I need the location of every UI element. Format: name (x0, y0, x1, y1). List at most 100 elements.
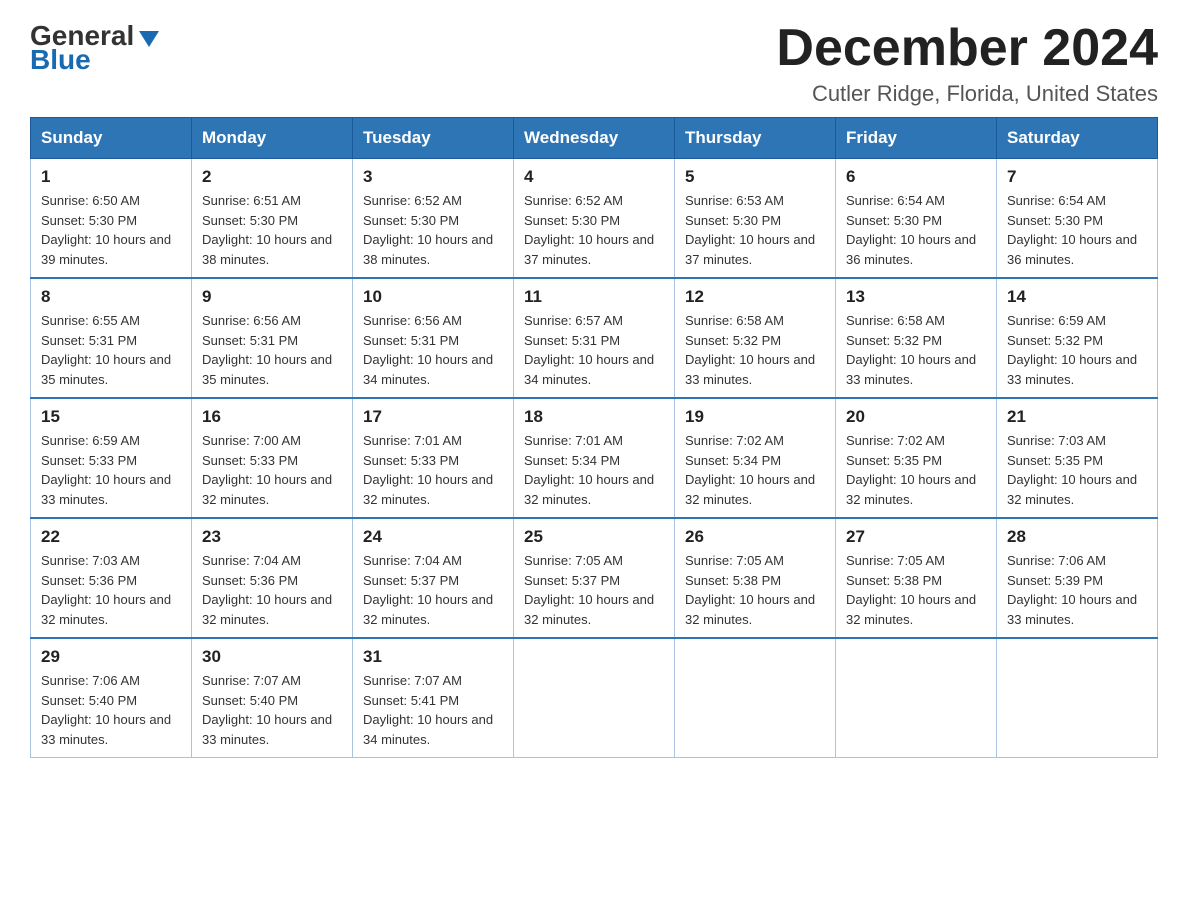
day-info: Sunrise: 6:51 AMSunset: 5:30 PMDaylight:… (202, 191, 342, 269)
calendar-cell: 23 Sunrise: 7:04 AMSunset: 5:36 PMDayligh… (192, 518, 353, 638)
day-info: Sunrise: 7:04 AMSunset: 5:37 PMDaylight:… (363, 551, 503, 629)
day-info: Sunrise: 6:56 AMSunset: 5:31 PMDaylight:… (202, 311, 342, 389)
calendar-cell: 12 Sunrise: 6:58 AMSunset: 5:32 PMDayligh… (675, 278, 836, 398)
title-block: December 2024 Cutler Ridge, Florida, Uni… (776, 20, 1158, 107)
calendar-cell: 15 Sunrise: 6:59 AMSunset: 5:33 PMDayligh… (31, 398, 192, 518)
calendar-cell: 24 Sunrise: 7:04 AMSunset: 5:37 PMDayligh… (353, 518, 514, 638)
day-number: 23 (202, 527, 342, 547)
calendar-cell: 9 Sunrise: 6:56 AMSunset: 5:31 PMDaylight… (192, 278, 353, 398)
day-number: 22 (41, 527, 181, 547)
day-info: Sunrise: 6:58 AMSunset: 5:32 PMDaylight:… (685, 311, 825, 389)
calendar-week-row: 22 Sunrise: 7:03 AMSunset: 5:36 PMDayligh… (31, 518, 1158, 638)
day-number: 19 (685, 407, 825, 427)
day-number: 10 (363, 287, 503, 307)
day-info: Sunrise: 6:59 AMSunset: 5:33 PMDaylight:… (41, 431, 181, 509)
day-number: 15 (41, 407, 181, 427)
day-number: 31 (363, 647, 503, 667)
day-info: Sunrise: 6:55 AMSunset: 5:31 PMDaylight:… (41, 311, 181, 389)
calendar-table: SundayMondayTuesdayWednesdayThursdayFrid… (30, 117, 1158, 758)
calendar-cell: 29 Sunrise: 7:06 AMSunset: 5:40 PMDayligh… (31, 638, 192, 758)
header-saturday: Saturday (997, 118, 1158, 159)
calendar-cell: 11Sunrise: 6:57 AMSunset: 5:31 PMDayligh… (514, 278, 675, 398)
calendar-cell: 13Sunrise: 6:58 AMSunset: 5:32 PMDayligh… (836, 278, 997, 398)
day-info: Sunrise: 7:06 AMSunset: 5:40 PMDaylight:… (41, 671, 181, 749)
day-info: Sunrise: 7:01 AMSunset: 5:34 PMDaylight:… (524, 431, 664, 509)
page-header: General Blue December 2024 Cutler Ridge,… (30, 20, 1158, 107)
calendar-cell: 5 Sunrise: 6:53 AMSunset: 5:30 PMDaylight… (675, 159, 836, 279)
calendar-cell: 10 Sunrise: 6:56 AMSunset: 5:31 PMDayligh… (353, 278, 514, 398)
day-number: 16 (202, 407, 342, 427)
calendar-cell: 20Sunrise: 7:02 AMSunset: 5:35 PMDayligh… (836, 398, 997, 518)
calendar-cell: 31 Sunrise: 7:07 AMSunset: 5:41 PMDayligh… (353, 638, 514, 758)
day-number: 5 (685, 167, 825, 187)
day-number: 28 (1007, 527, 1147, 547)
calendar-cell: 17 Sunrise: 7:01 AMSunset: 5:33 PMDayligh… (353, 398, 514, 518)
header-tuesday: Tuesday (353, 118, 514, 159)
day-number: 3 (363, 167, 503, 187)
day-info: Sunrise: 6:50 AMSunset: 5:30 PMDaylight:… (41, 191, 181, 269)
calendar-cell: 27 Sunrise: 7:05 AMSunset: 5:38 PMDayligh… (836, 518, 997, 638)
day-number: 27 (846, 527, 986, 547)
calendar-cell: 25Sunrise: 7:05 AMSunset: 5:37 PMDayligh… (514, 518, 675, 638)
day-number: 14 (1007, 287, 1147, 307)
calendar-cell: 19 Sunrise: 7:02 AMSunset: 5:34 PMDayligh… (675, 398, 836, 518)
day-number: 12 (685, 287, 825, 307)
day-number: 17 (363, 407, 503, 427)
calendar-cell: 14 Sunrise: 6:59 AMSunset: 5:32 PMDayligh… (997, 278, 1158, 398)
day-info: Sunrise: 7:05 AMSunset: 5:38 PMDaylight:… (846, 551, 986, 629)
logo: General Blue (30, 20, 159, 76)
calendar-week-row: 1Sunrise: 6:50 AMSunset: 5:30 PMDaylight… (31, 159, 1158, 279)
header-thursday: Thursday (675, 118, 836, 159)
day-number: 9 (202, 287, 342, 307)
calendar-cell (514, 638, 675, 758)
calendar-cell: 28Sunrise: 7:06 AMSunset: 5:39 PMDayligh… (997, 518, 1158, 638)
calendar-cell: 21 Sunrise: 7:03 AMSunset: 5:35 PMDayligh… (997, 398, 1158, 518)
calendar-cell: 22 Sunrise: 7:03 AMSunset: 5:36 PMDayligh… (31, 518, 192, 638)
day-number: 29 (41, 647, 181, 667)
day-info: Sunrise: 7:07 AMSunset: 5:40 PMDaylight:… (202, 671, 342, 749)
calendar-cell (997, 638, 1158, 758)
day-number: 21 (1007, 407, 1147, 427)
calendar-cell: 30Sunrise: 7:07 AMSunset: 5:40 PMDayligh… (192, 638, 353, 758)
day-number: 18 (524, 407, 664, 427)
header-sunday: Sunday (31, 118, 192, 159)
calendar-cell: 6Sunrise: 6:54 AMSunset: 5:30 PMDaylight… (836, 159, 997, 279)
day-info: Sunrise: 6:53 AMSunset: 5:30 PMDaylight:… (685, 191, 825, 269)
day-number: 2 (202, 167, 342, 187)
day-number: 4 (524, 167, 664, 187)
calendar-cell: 18 Sunrise: 7:01 AMSunset: 5:34 PMDayligh… (514, 398, 675, 518)
day-info: Sunrise: 7:07 AMSunset: 5:41 PMDaylight:… (363, 671, 503, 749)
calendar-cell: 2 Sunrise: 6:51 AMSunset: 5:30 PMDaylight… (192, 159, 353, 279)
calendar-cell: 1Sunrise: 6:50 AMSunset: 5:30 PMDaylight… (31, 159, 192, 279)
month-title: December 2024 (776, 20, 1158, 77)
day-info: Sunrise: 6:52 AMSunset: 5:30 PMDaylight:… (524, 191, 664, 269)
calendar-cell: 7 Sunrise: 6:54 AMSunset: 5:30 PMDaylight… (997, 159, 1158, 279)
header-row: SundayMondayTuesdayWednesdayThursdayFrid… (31, 118, 1158, 159)
day-info: Sunrise: 7:05 AMSunset: 5:38 PMDaylight:… (685, 551, 825, 629)
calendar-cell: 16 Sunrise: 7:00 AMSunset: 5:33 PMDayligh… (192, 398, 353, 518)
day-info: Sunrise: 7:01 AMSunset: 5:33 PMDaylight:… (363, 431, 503, 509)
logo-triangle-icon (139, 31, 159, 47)
calendar-cell: 3Sunrise: 6:52 AMSunset: 5:30 PMDaylight… (353, 159, 514, 279)
day-number: 7 (1007, 167, 1147, 187)
day-info: Sunrise: 6:57 AMSunset: 5:31 PMDaylight:… (524, 311, 664, 389)
calendar-cell: 26Sunrise: 7:05 AMSunset: 5:38 PMDayligh… (675, 518, 836, 638)
day-info: Sunrise: 6:54 AMSunset: 5:30 PMDaylight:… (1007, 191, 1147, 269)
day-info: Sunrise: 7:04 AMSunset: 5:36 PMDaylight:… (202, 551, 342, 629)
day-info: Sunrise: 7:02 AMSunset: 5:34 PMDaylight:… (685, 431, 825, 509)
header-friday: Friday (836, 118, 997, 159)
day-info: Sunrise: 6:56 AMSunset: 5:31 PMDaylight:… (363, 311, 503, 389)
day-info: Sunrise: 7:03 AMSunset: 5:36 PMDaylight:… (41, 551, 181, 629)
calendar-week-row: 29 Sunrise: 7:06 AMSunset: 5:40 PMDayligh… (31, 638, 1158, 758)
day-info: Sunrise: 6:58 AMSunset: 5:32 PMDaylight:… (846, 311, 986, 389)
day-info: Sunrise: 7:03 AMSunset: 5:35 PMDaylight:… (1007, 431, 1147, 509)
day-info: Sunrise: 7:00 AMSunset: 5:33 PMDaylight:… (202, 431, 342, 509)
location-title: Cutler Ridge, Florida, United States (776, 81, 1158, 107)
day-number: 25 (524, 527, 664, 547)
day-info: Sunrise: 6:59 AMSunset: 5:32 PMDaylight:… (1007, 311, 1147, 389)
logo-blue-text: Blue (30, 44, 91, 76)
calendar-week-row: 8Sunrise: 6:55 AMSunset: 5:31 PMDaylight… (31, 278, 1158, 398)
day-number: 24 (363, 527, 503, 547)
calendar-cell (836, 638, 997, 758)
header-wednesday: Wednesday (514, 118, 675, 159)
